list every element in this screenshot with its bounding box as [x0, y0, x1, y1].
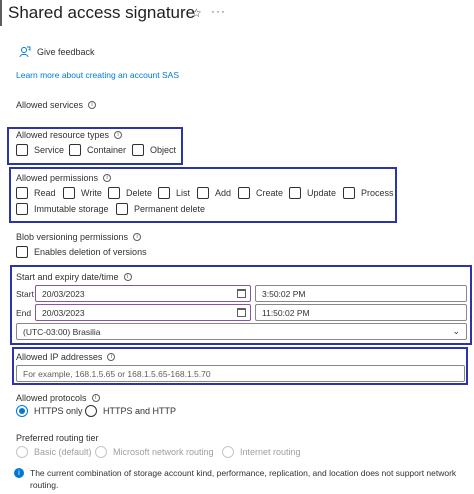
feedback-icon — [19, 46, 31, 58]
datetime-label: Start and expiry date/time i — [16, 272, 132, 282]
give-feedback-button[interactable]: Give feedback — [19, 46, 95, 58]
timezone-select[interactable]: (UTC-03:00) Brasilia ⌄ — [16, 323, 467, 340]
checkbox-add[interactable]: Add — [197, 187, 231, 199]
checkbox-delete[interactable]: Delete — [108, 187, 152, 199]
checkbox-read[interactable]: Read — [16, 187, 56, 199]
routing-label: Preferred routing tier — [16, 433, 99, 443]
radio-button[interactable] — [16, 405, 28, 417]
checkbox-write[interactable]: Write — [63, 187, 102, 199]
checkbox-box[interactable] — [16, 144, 28, 156]
ip-addresses-input[interactable]: For example, 168.1.5.65 or 168.1.5.65-16… — [16, 365, 465, 382]
checkbox-process[interactable]: Process — [343, 187, 394, 199]
info-icon[interactable]: i — [133, 233, 142, 241]
protocols-label: Allowed protocols i — [16, 393, 100, 403]
favorite-star-icon[interactable]: ☆ — [191, 6, 202, 20]
ip-addresses-label: Allowed IP addresses i — [16, 352, 116, 362]
checkbox-list[interactable]: List — [158, 187, 190, 199]
radio-internet-routing: Internet routing — [222, 446, 301, 458]
checkbox-box[interactable] — [69, 144, 81, 156]
calendar-icon[interactable] — [237, 308, 246, 317]
page-accent-bar — [0, 0, 2, 26]
info-icon[interactable]: i — [123, 273, 132, 281]
info-icon[interactable]: i — [91, 394, 100, 402]
checkbox-box[interactable] — [132, 144, 144, 156]
routing-info-note: i The current combination of storage acc… — [14, 467, 474, 491]
chevron-down-icon: ⌄ — [452, 326, 460, 336]
info-icon[interactable]: i — [107, 353, 116, 361]
checkbox-service[interactable]: Service — [16, 144, 64, 156]
end-time-input[interactable]: 11:50:02 PM — [255, 304, 467, 321]
radio-https-and-http[interactable]: HTTPS and HTTP — [85, 405, 176, 417]
start-label: Start — [16, 289, 34, 299]
start-time-input[interactable]: 3:50:02 PM — [255, 285, 467, 302]
info-icon[interactable]: i — [103, 174, 112, 182]
end-date-input[interactable]: 20/03/2023 — [35, 304, 251, 321]
checkbox-update[interactable]: Update — [289, 187, 336, 199]
radio-button[interactable] — [85, 405, 97, 417]
info-icon[interactable]: i — [88, 101, 97, 109]
end-label: End — [16, 308, 32, 318]
allowed-permissions-label: Allowed permissions i — [16, 173, 112, 183]
info-icon[interactable]: i — [114, 131, 123, 139]
page-title: Shared access signature — [8, 3, 196, 22]
checkbox-permanent-delete[interactable]: Permanent delete — [116, 203, 205, 215]
checkbox-object[interactable]: Object — [132, 144, 176, 156]
calendar-icon[interactable] — [237, 289, 246, 298]
start-date-input[interactable]: 20/03/2023 — [35, 285, 251, 302]
checkbox-enable-version-deletion[interactable]: Enables deletion of versions — [16, 246, 147, 258]
more-options-icon[interactable]: ··· — [211, 4, 226, 18]
radio-https-only[interactable]: HTTPS only — [16, 405, 83, 417]
radio-microsoft-routing: Microsoft network routing — [95, 446, 214, 458]
checkbox-create[interactable]: Create — [238, 187, 283, 199]
info-filled-icon: i — [14, 468, 24, 478]
radio-basic-routing: Basic (default) — [16, 446, 92, 458]
checkbox-container[interactable]: Container — [69, 144, 126, 156]
blob-versioning-label: Blob versioning permissions i — [16, 232, 142, 242]
give-feedback-label: Give feedback — [37, 47, 95, 57]
checkbox-immutable-storage[interactable]: Immutable storage — [16, 203, 109, 215]
allowed-services-label: Allowed services i — [16, 100, 97, 110]
allowed-resource-types-label: Allowed resource types i — [16, 130, 123, 140]
learn-more-link[interactable]: Learn more about creating an account SAS — [16, 70, 179, 80]
